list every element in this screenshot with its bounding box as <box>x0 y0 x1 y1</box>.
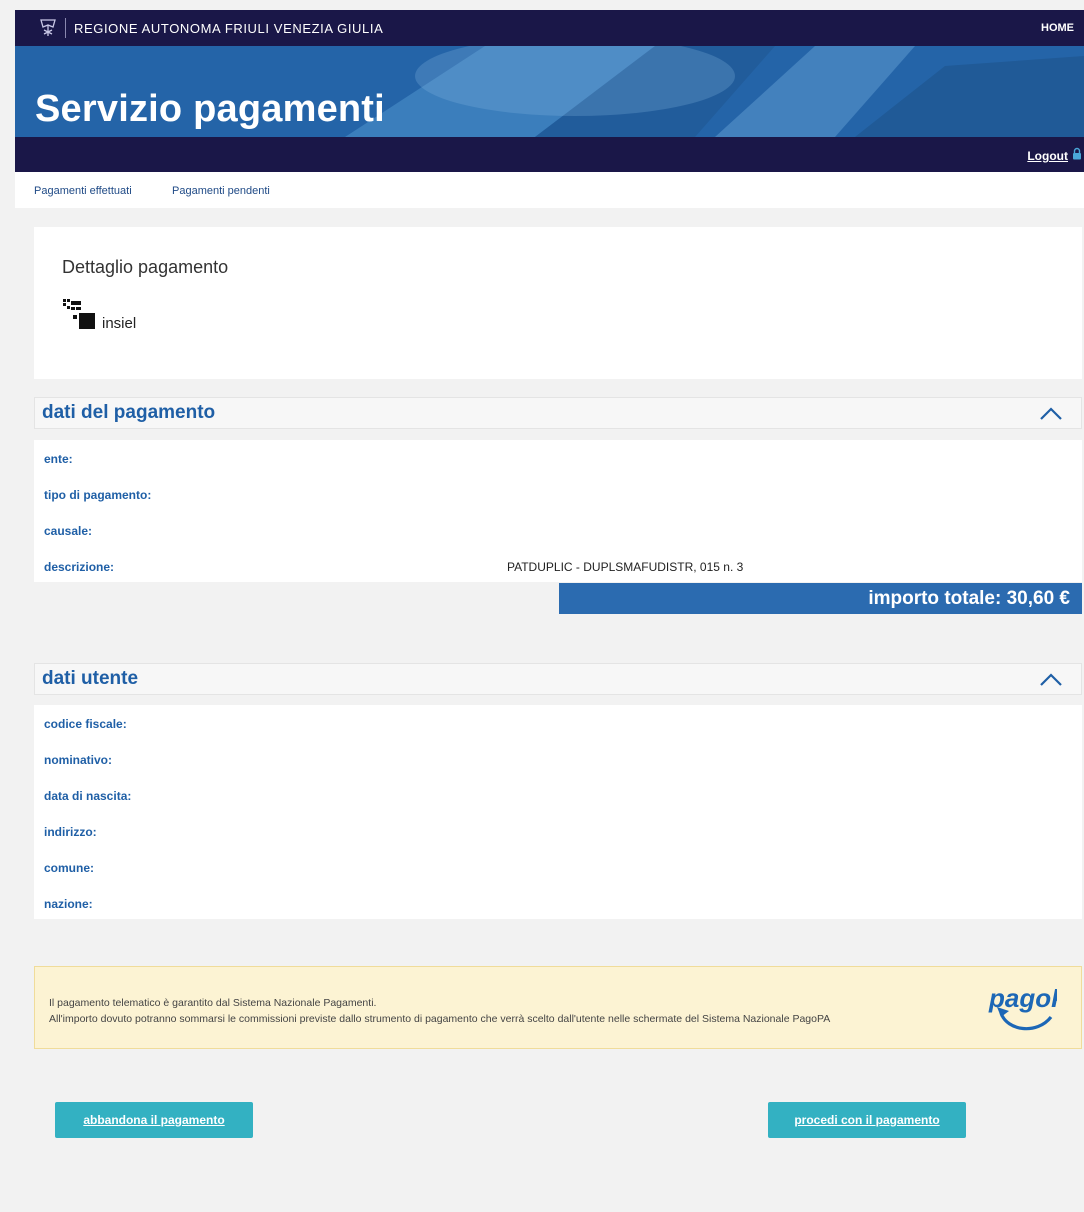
nav-item-pagamenti-effettuati[interactable]: Pagamenti effettuati <box>34 185 132 197</box>
field-label-descrizione: descrizione: <box>44 560 115 574</box>
detail-title: Dettaglio pagamento <box>62 257 229 277</box>
payment-section-header[interactable]: dati del pagamento <box>34 397 1082 429</box>
user-section-header[interactable]: dati utente <box>34 663 1082 695</box>
chevron-up-icon[interactable] <box>1039 673 1063 687</box>
payment-section-body: ente: tipo di pagamento: causale: descri… <box>34 440 1082 582</box>
field-label-comune: comune: <box>44 861 95 875</box>
proceed-payment-button[interactable]: procedi con il pagamento <box>768 1102 966 1138</box>
notice-line-2: All'importo dovuto potranno sommarsi le … <box>49 1013 831 1025</box>
lock-icon <box>1073 147 1081 160</box>
region-name: REGIONE AUTONOMA FRIULI VENEZIA GIULIA <box>74 20 384 36</box>
nav-item-pagamenti-pendenti[interactable]: Pagamenti pendenti <box>172 185 270 197</box>
field-label-codice-fiscale: codice fiscale: <box>44 717 127 731</box>
payment-section-title: dati del pagamento <box>42 402 216 423</box>
page-banner: Servizio pagamenti <box>15 46 1084 137</box>
header-divider <box>65 18 66 38</box>
home-link[interactable]: HOME <box>1041 22 1074 34</box>
total-amount: importo totale: 30,60 € <box>868 588 1070 609</box>
user-section-body: codice fiscale: nominativo: data di nasc… <box>34 705 1082 919</box>
field-label-nazione: nazione: <box>44 897 93 911</box>
top-bar: REGIONE AUTONOMA FRIULI VENEZIA GIULIA H… <box>15 10 1084 46</box>
field-label-ente: ente: <box>44 452 73 466</box>
region-crest-icon <box>37 17 59 39</box>
field-label-tipo-pagamento: tipo di pagamento: <box>44 488 152 502</box>
field-label-causale: causale: <box>44 524 93 538</box>
user-section-title: dati utente <box>42 668 139 689</box>
pagopa-logo-icon: pagoPA <box>988 983 1057 1031</box>
detail-card: Dettaglio pagamento insiel <box>34 227 1082 379</box>
insiel-logo-icon <box>63 299 95 329</box>
payment-notice: Il pagamento telematico è garantito dal … <box>34 966 1082 1049</box>
main-nav: Pagamenti effettuati Pagamenti pendenti <box>15 172 1084 208</box>
logout-link[interactable]: Logout <box>1027 149 1068 163</box>
field-value-descrizione: PATDUPLIC - DUPLSMAFUDISTR, 015 n. 3 <box>507 560 744 574</box>
abandon-payment-button[interactable]: abbandona il pagamento <box>55 1102 253 1138</box>
field-label-indirizzo: indirizzo: <box>44 825 97 839</box>
notice-line-1: Il pagamento telematico è garantito dal … <box>49 997 377 1009</box>
chevron-up-icon[interactable] <box>1039 407 1063 421</box>
field-label-data-nascita: data di nascita: <box>44 789 132 803</box>
page-title: Servizio pagamenti <box>35 88 385 130</box>
account-bar: Logout <box>15 137 1084 172</box>
field-label-nominativo: nominativo: <box>44 753 112 767</box>
provider-name: insiel <box>102 315 137 332</box>
total-amount-bar: importo totale: 30,60 € <box>559 583 1082 614</box>
